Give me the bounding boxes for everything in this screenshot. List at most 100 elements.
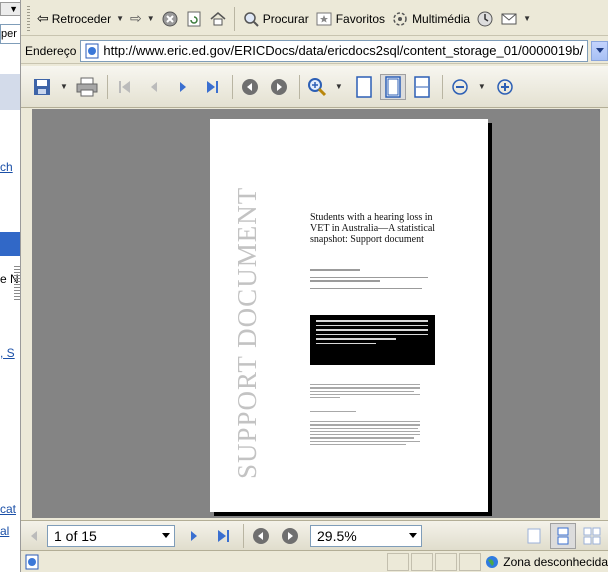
actual-size-button[interactable] [351, 74, 377, 100]
continuous-facing-icon [583, 527, 601, 544]
history-button[interactable] [473, 7, 497, 31]
fit-page-icon [385, 75, 401, 98]
continuous-page-icon [557, 527, 569, 544]
single-page-icon [527, 528, 541, 543]
stop-icon [162, 11, 178, 26]
page-status-icon [25, 554, 39, 569]
splitter-grip[interactable] [14, 266, 20, 300]
media-icon [393, 11, 407, 26]
refresh-icon [187, 11, 201, 26]
previous-page-button[interactable] [141, 74, 167, 100]
single-page-layout-button[interactable] [521, 523, 547, 549]
zoom-out-icon [452, 78, 468, 95]
partial-link[interactable]: , S [0, 346, 15, 360]
refresh-button[interactable] [182, 7, 206, 31]
partial-link[interactable]: ch [0, 160, 13, 174]
next-page-button[interactable] [170, 74, 196, 100]
toolbar-separator [441, 74, 443, 99]
search-button[interactable]: Procurar [239, 7, 312, 31]
body-paragraph [310, 384, 420, 400]
zoom-level-input[interactable] [317, 527, 397, 544]
chevron-down-icon: ▼ [523, 14, 532, 23]
partial-link[interactable]: al [0, 524, 9, 538]
chevron-down-icon[interactable] [409, 533, 417, 538]
status-cell [411, 552, 434, 571]
zoom-tool-button[interactable] [304, 74, 330, 100]
partial-link[interactable]: cat [0, 502, 16, 516]
chevron-down-icon[interactable]: ▼ [60, 82, 68, 91]
partial-field[interactable]: per [0, 24, 20, 44]
notice-box [310, 315, 435, 365]
facing-layout-button[interactable] [579, 523, 605, 549]
next-view-button[interactable] [266, 74, 292, 100]
page-number-field[interactable] [47, 524, 175, 547]
next-page-button[interactable] [181, 523, 207, 549]
continuous-layout-button[interactable] [550, 522, 576, 549]
document-title: Students with a hearing loss in VET in A… [310, 212, 436, 245]
fit-width-icon [414, 75, 430, 98]
address-bar: Endereço [21, 38, 608, 64]
back-label: Retroceder [51, 11, 112, 26]
chevron-down-icon[interactable]: ▼ [335, 82, 343, 91]
chevron-down-icon: ▼ [116, 14, 125, 23]
back-button[interactable]: ⇦ Retroceder ▼ [34, 7, 127, 31]
previous-page-button[interactable] [21, 523, 47, 549]
fit-page-button[interactable] [379, 73, 406, 100]
previous-view-button[interactable] [248, 523, 274, 549]
home-icon [210, 11, 226, 25]
zoom-in-button[interactable] [492, 74, 518, 100]
chevron-down-icon[interactable] [162, 533, 170, 538]
last-page-icon [218, 529, 229, 542]
media-button[interactable]: Multimédia [388, 7, 473, 31]
last-page-icon [206, 80, 218, 93]
status-cell [435, 552, 458, 571]
pdf-toolbar: ▼ ▼ ▼ [21, 66, 608, 108]
next-view-button[interactable] [277, 523, 303, 549]
zoom-out-button[interactable] [447, 74, 473, 100]
forward-circle-icon [270, 78, 287, 95]
forward-button[interactable]: ⇨ ▼ [127, 7, 158, 31]
page-number-input[interactable] [54, 527, 144, 544]
last-page-button[interactable] [210, 523, 236, 549]
stop-button[interactable] [158, 7, 182, 31]
partial-dropdown[interactable]: ▼ [0, 2, 20, 16]
favorites-button[interactable]: Favoritos [312, 7, 388, 31]
fit-width-button[interactable] [409, 74, 435, 100]
zone-label: Zona desconhecida [503, 554, 608, 569]
toolbar-separator [243, 523, 244, 548]
document-view[interactable]: SUPPORT DOCUMENT Students with a hearing… [32, 109, 600, 518]
search-icon [243, 11, 259, 27]
status-cell [459, 552, 482, 571]
address-field[interactable] [80, 39, 588, 62]
address-dropdown-button[interactable] [591, 40, 608, 61]
printer-icon [76, 77, 98, 96]
zoom-level-field[interactable] [310, 524, 422, 547]
history-icon [477, 11, 493, 26]
print-button[interactable] [74, 74, 100, 100]
toolbar-separator [298, 74, 300, 99]
background-window-strip: ▼ per ch e N , S cat al [0, 0, 21, 572]
save-button[interactable] [29, 74, 55, 100]
toolbar-separator [106, 74, 108, 99]
previous-view-button[interactable] [237, 74, 263, 100]
last-page-button[interactable] [199, 74, 225, 100]
forward-circle-icon [282, 527, 298, 544]
next-page-icon [191, 530, 197, 541]
back-circle-icon [241, 78, 258, 95]
url-input[interactable] [103, 43, 587, 58]
back-arrow-icon: ⇦ [37, 10, 49, 26]
status-bar: Zona desconhecida [21, 550, 608, 572]
vertical-support-document-title: SUPPORT DOCUMENT [232, 186, 262, 479]
forward-arrow-icon: ⇨ [130, 10, 142, 26]
home-button[interactable] [206, 7, 230, 31]
toolbar-separator [233, 6, 235, 31]
toolbar-grip[interactable] [27, 5, 30, 32]
first-page-button[interactable] [112, 74, 138, 100]
back-circle-icon [253, 527, 269, 544]
chevron-down-icon[interactable]: ▼ [478, 82, 486, 91]
body-heading [310, 411, 420, 414]
mail-button[interactable]: ▼ [497, 7, 534, 31]
browser-window: ⇦ Retroceder ▼ ⇨ ▼ Procurar Favoritos Mu… [21, 0, 608, 572]
previous-page-icon [31, 530, 37, 541]
search-label: Procurar [262, 11, 309, 26]
